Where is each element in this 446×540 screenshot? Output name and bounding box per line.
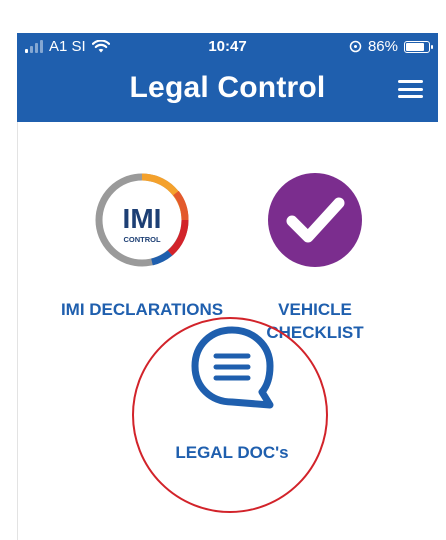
phone-screen: A1 SI 10:47 86% Legal Control IMI CONTRO… [17,33,438,540]
imi-declarations-label: IMI DECLARATIONS [60,300,224,319]
vehicle-checklist-label-line1: VEHICLE [278,300,352,319]
app-header: A1 SI 10:47 86% Legal Control [17,33,438,122]
left-divider [17,122,18,540]
battery-icon [404,40,433,53]
imi-control-logo-icon: IMI CONTROL [95,173,189,267]
main-content: IMI CONTROL IMI DECLARATIONS VEHICLE CHE… [17,122,438,540]
vehicle-checklist-tile[interactable]: VEHICLE CHECKLIST [235,170,395,344]
battery-percent: 86% [367,38,398,55]
legal-docs-tile[interactable]: LEGAL DOC's [145,319,319,464]
imi-declarations-tile[interactable]: IMI CONTROL IMI DECLARATIONS [42,170,242,321]
imi-logo-text: IMI [123,203,162,234]
legal-docs-label: LEGAL DOC's [175,443,289,462]
orientation-lock-icon [349,40,362,53]
status-bar: A1 SI 10:47 86% [17,33,438,61]
battery-status: 86% [349,38,433,55]
hamburger-menu-icon[interactable] [398,80,423,98]
imi-logo-subtext: CONTROL [123,235,160,244]
chat-bubble-icon [191,326,274,409]
page-title: Legal Control [129,71,326,104]
checkmark-icon [268,173,362,267]
right-margin [438,0,446,540]
left-margin [0,0,17,540]
